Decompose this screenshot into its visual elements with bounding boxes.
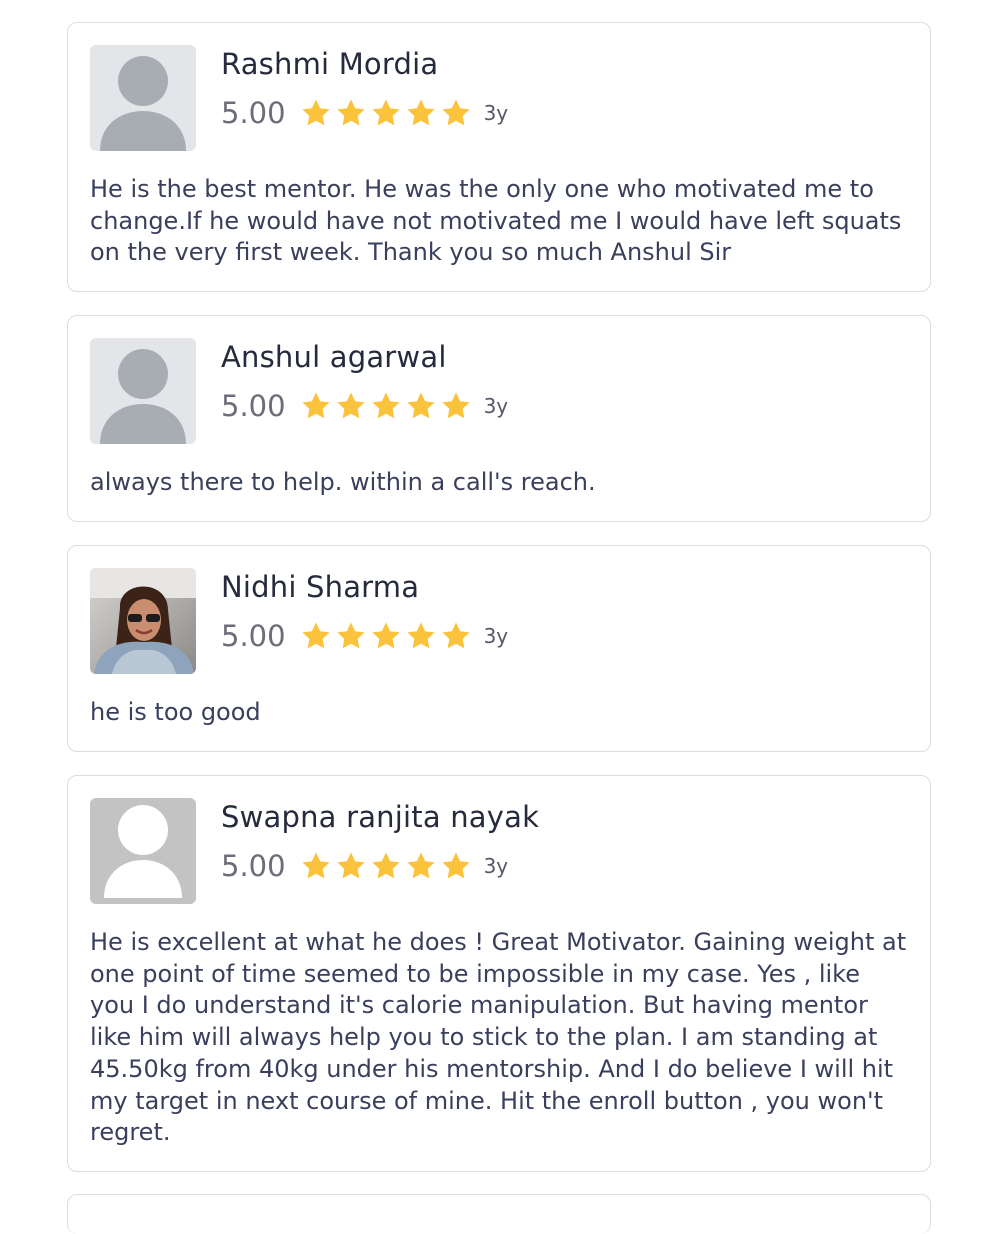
- review-text: he is too good: [90, 698, 261, 726]
- star-rating: [300, 97, 472, 129]
- review-age: 3y: [483, 394, 509, 418]
- star-icon: [371, 99, 400, 126]
- review-card: Nidhi Sharma 5.00 3y he is too good: [67, 545, 931, 752]
- reviewer-name: Nidhi Sharma: [221, 570, 420, 604]
- star-icon: [371, 622, 400, 649]
- rating-row: 5.00 3y: [221, 386, 508, 426]
- rating-score: 5.00: [221, 619, 286, 653]
- review-text: He is excellent at what he does ! Great …: [90, 928, 907, 1147]
- star-rating: [300, 620, 472, 652]
- star-icon: [336, 392, 365, 419]
- star-icon: [441, 852, 470, 879]
- review-age: 3y: [483, 624, 509, 648]
- star-icon: [406, 392, 435, 419]
- star-icon: [336, 99, 365, 126]
- star-icon: [336, 852, 365, 879]
- rating-score: 5.00: [221, 389, 286, 423]
- avatar-photo: [90, 568, 196, 674]
- review-card: Swapna ranjita nayak 5.00 3y He is excel…: [67, 775, 931, 1172]
- star-icon: [406, 852, 435, 879]
- star-icon: [301, 392, 330, 419]
- review-age: 3y: [483, 854, 509, 878]
- rating-row: 5.00 3y: [221, 616, 508, 656]
- star-rating: [300, 850, 472, 882]
- star-icon: [371, 392, 400, 419]
- reviewer-name: Swapna ranjita nayak: [221, 800, 540, 834]
- review-text: always there to help. within a call's re…: [90, 468, 596, 496]
- review-card: Rashmi Mordia 5.00 3y He is the best men…: [67, 22, 931, 292]
- reviewer-name: Rashmi Mordia: [221, 47, 439, 81]
- review-age: 3y: [483, 101, 509, 125]
- rating-score: 5.00: [221, 96, 286, 130]
- reviewer-name: Anshul agarwal: [221, 340, 447, 374]
- star-icon: [406, 99, 435, 126]
- avatar-placeholder-icon: [90, 798, 196, 904]
- star-icon: [406, 622, 435, 649]
- avatar-placeholder-icon: [90, 338, 196, 444]
- star-rating: [300, 390, 472, 422]
- star-icon: [336, 622, 365, 649]
- star-icon: [301, 622, 330, 649]
- star-icon: [441, 392, 470, 419]
- star-icon: [441, 99, 470, 126]
- star-icon: [301, 99, 330, 126]
- review-card: [67, 1194, 931, 1234]
- review-card: Anshul agarwal 5.00 3y always there to h…: [67, 315, 931, 522]
- rating-row: 5.00 3y: [221, 93, 508, 133]
- star-icon: [371, 852, 400, 879]
- rating-row: 5.00 3y: [221, 846, 508, 886]
- rating-score: 5.00: [221, 849, 286, 883]
- star-icon: [301, 852, 330, 879]
- star-icon: [441, 622, 470, 649]
- review-text: He is the best mentor. He was the only o…: [90, 175, 902, 267]
- avatar-placeholder-icon: [90, 45, 196, 151]
